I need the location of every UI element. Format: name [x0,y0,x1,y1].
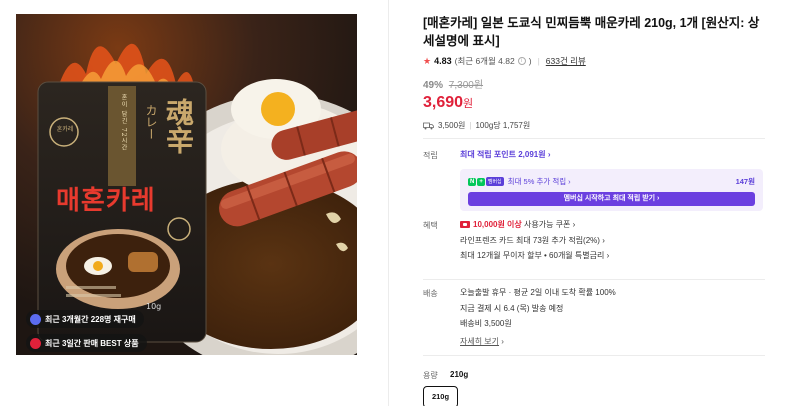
product-title: [매혼카레] 일본 도쿄식 민찌듬뿍 매운카레 210g, 1개 [원산지: 상… [423,16,760,48]
option-label: 용량 [423,371,438,380]
delivery-info: 오늘출발 휴무 · 평균 2일 이내 도착 확률 100% 지금 결제 시 6.… [460,285,616,349]
divider-3 [423,355,765,356]
rating-separator: | [537,56,540,66]
delivery-section: 배송 오늘출발 휴무 · 평균 2일 이내 도착 확률 100% 지금 결제 시… [423,288,765,348]
coupon-icon [460,221,470,229]
image-kanji-line1: 魂辛 [162,98,195,154]
card-benefit-row[interactable]: 라인프렌즈 카드 최대 73원 추가 적립(2%) › [460,233,609,249]
repurchase-text: 최근 3개월간 228명 재구매 [45,314,136,324]
max-points-link[interactable]: 최대 적립 포인트 2,091원 › [460,147,551,163]
chevron-right-icon: › [572,220,576,229]
sale-price: 3,690 [423,94,464,111]
shipping-fee: 3,500원 [438,121,466,130]
membership-text: 최대 5% 추가 적립 [507,177,567,186]
coupon-text: 사용가능 쿠폰 [524,220,571,229]
membership-amount: 147원 [735,177,755,186]
plus-icon: + [477,177,485,186]
discount-row: 49% 7,300원 [423,76,763,91]
discount-rate: 49% [423,80,444,91]
shipping-separator: | [469,121,472,130]
original-price: 7,300원 [448,80,484,91]
delivery-detail-text: 자세히 보기 [460,336,500,346]
coupon-amount: 10,000원 이상 [473,220,522,229]
chevron-right-icon: › [568,177,571,186]
truck-icon [423,122,434,129]
chevron-right-icon: › [657,195,660,202]
delivery-line-2: 지금 결제 시 6.4 (목) 발송 예정 [460,303,564,313]
option-selected-value: 210g [450,370,469,379]
chevron-right-icon: › [501,336,504,346]
max-points-text: 최대 적립 포인트 [460,150,516,159]
shipping-summary: 3,500원 | 100g당 1,757원 [423,120,763,131]
repurchase-badge: 최근 3개월간 228명 재구매 [26,310,144,328]
card-benefit-text: 라인프렌즈 카드 최대 73원 추가 적립(2%) [460,235,600,245]
column-divider [388,0,389,406]
installment-row[interactable]: 최대 12개월 무이자 할부 • 60개월 특별금리 › [460,248,609,264]
membership-box: N + 멤버십 최대 5% 추가 적립 › 147원 멤버십 시작하고 최대 적… [460,169,763,211]
option-210g-button[interactable]: 210g [423,386,458,406]
review-count-link[interactable]: 633건 리뷰 [546,55,586,67]
membership-start-button[interactable]: 멤버십 시작하고 최대 적립 받기 › [468,192,755,206]
price-unit: 원 [463,98,474,110]
image-product-name: 매혼카레 [56,186,156,216]
repurchase-icon [30,313,41,325]
installment-text: 최대 12개월 무이자 할부 • 60개월 특별금리 [460,251,605,260]
image-brand-seal: 혼카레 [56,126,74,133]
star-icon: ★ [423,55,432,66]
best-seller-text: 최근 3일간 판매 BEST 상품 [45,338,139,348]
coupon-row[interactable]: 10,000원 이상 사용가능 쿠폰 › [460,217,609,233]
rating-recent-close: ) [528,56,532,66]
divider-2 [423,279,765,280]
delivery-detail-link[interactable]: 자세히 보기 › [460,334,616,350]
chevron-right-icon: › [547,150,551,159]
points-label: 적립 [423,151,438,160]
membership-row: N + 멤버십 최대 5% 추가 적립 › 147원 [468,176,755,187]
membership-logo: 멤버십 [485,177,504,186]
max-points-value: 2,091원 [518,150,546,159]
delivery-line-3: 배송비 3,500원 [460,319,512,328]
best-seller-badge: 최근 3일간 판매 BEST 상품 [26,334,147,352]
benefits-label: 혜택 [423,221,438,230]
rating-score: 4.83 [434,56,452,66]
product-info-panel: [매혼카레] 일본 도쿄식 민찌듬뿍 매운카레 210g, 1개 [원산지: 상… [423,14,763,131]
delivery-label: 배송 [423,289,438,298]
product-image[interactable]: 혼카레 魂辛 カレー 혼이 담긴 72시간 매혼카레 10g 최근 3개월간 2… [16,14,357,355]
benefits-list: 10,000원 이상 사용가능 쿠폰 › 라인프렌즈 카드 최대 73원 추가 … [460,217,609,264]
points-section: 적립 최대 적립 포인트 2,091원 › N + 멤버십 최대 5% 추가 적… [423,150,765,214]
divider-1 [423,138,765,139]
info-icon[interactable]: i [517,57,526,65]
chevron-right-icon: › [602,235,605,245]
unit-price: 100g당 1,757원 [475,121,531,130]
membership-button-label: 멤버십 시작하고 최대 적립 받기 [563,195,656,202]
rating-recent: (최근 6개월 4.82 [454,56,515,66]
chevron-right-icon: › [606,251,610,260]
price-row: 3,690원 [423,94,763,112]
best-icon [30,337,41,349]
naverpay-logo-icon: N [468,177,477,186]
image-vertical-label: 혼이 담긴 72시간 [120,94,127,152]
rating-row: ★ 4.83 (최근 6개월 4.82 i ) | 633건 리뷰 [423,55,763,67]
image-weight: 10g [146,302,162,311]
delivery-line-1: 오늘출발 휴무 · 평균 2일 이내 도착 확률 100% [460,288,616,297]
image-kanji-line2: カレー [144,104,158,140]
benefits-section: 혜택 10,000원 이상 사용가능 쿠폰 › 라인프렌즈 카드 최대 73원 … [423,220,765,270]
